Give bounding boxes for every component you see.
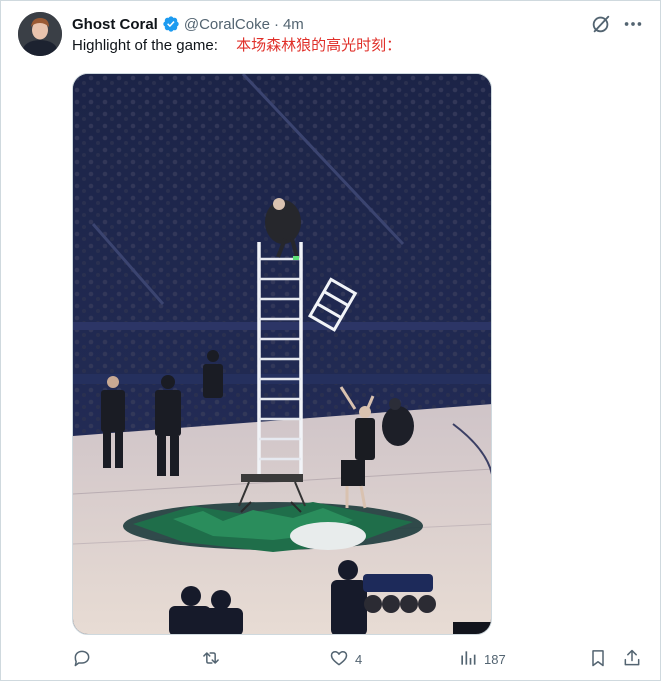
- avatar[interactable]: [18, 12, 62, 56]
- tweet-photo[interactable]: [72, 73, 492, 635]
- bookmark-icon: [588, 648, 608, 671]
- share-button[interactable]: [622, 648, 642, 671]
- author-handle[interactable]: @CoralCoke: [184, 16, 270, 33]
- views-icon: [458, 648, 478, 671]
- retweet-button[interactable]: [201, 648, 227, 671]
- verified-badge-icon: [162, 15, 180, 33]
- separator-dot: ·: [273, 15, 279, 33]
- tweet-text-english: Highlight of the game:: [72, 37, 218, 54]
- author-name[interactable]: Ghost Coral: [72, 16, 158, 33]
- views-button[interactable]: 187: [458, 648, 506, 671]
- like-count: 4: [355, 652, 363, 667]
- timestamp[interactable]: 4m: [283, 16, 304, 33]
- share-icon: [622, 648, 642, 671]
- views-count: 187: [484, 652, 506, 667]
- like-icon: [329, 648, 349, 671]
- tweet-header: Ghost Coral @CoralCoke · 4m: [72, 13, 304, 35]
- tweet-text: Highlight of the game: 本场森林狼的高光时刻：: [72, 36, 401, 56]
- reply-icon: [72, 648, 92, 671]
- like-button[interactable]: 4: [329, 648, 362, 671]
- retweet-icon: [201, 648, 221, 671]
- more-icon[interactable]: [622, 13, 644, 35]
- tweet-actions: 4 187: [72, 648, 647, 674]
- reply-button[interactable]: [72, 648, 98, 671]
- bookmark-button[interactable]: [588, 648, 608, 671]
- tweet-text-chinese-annotation: 本场森林狼的高光时刻：: [236, 37, 402, 54]
- grok-icon[interactable]: [590, 13, 612, 35]
